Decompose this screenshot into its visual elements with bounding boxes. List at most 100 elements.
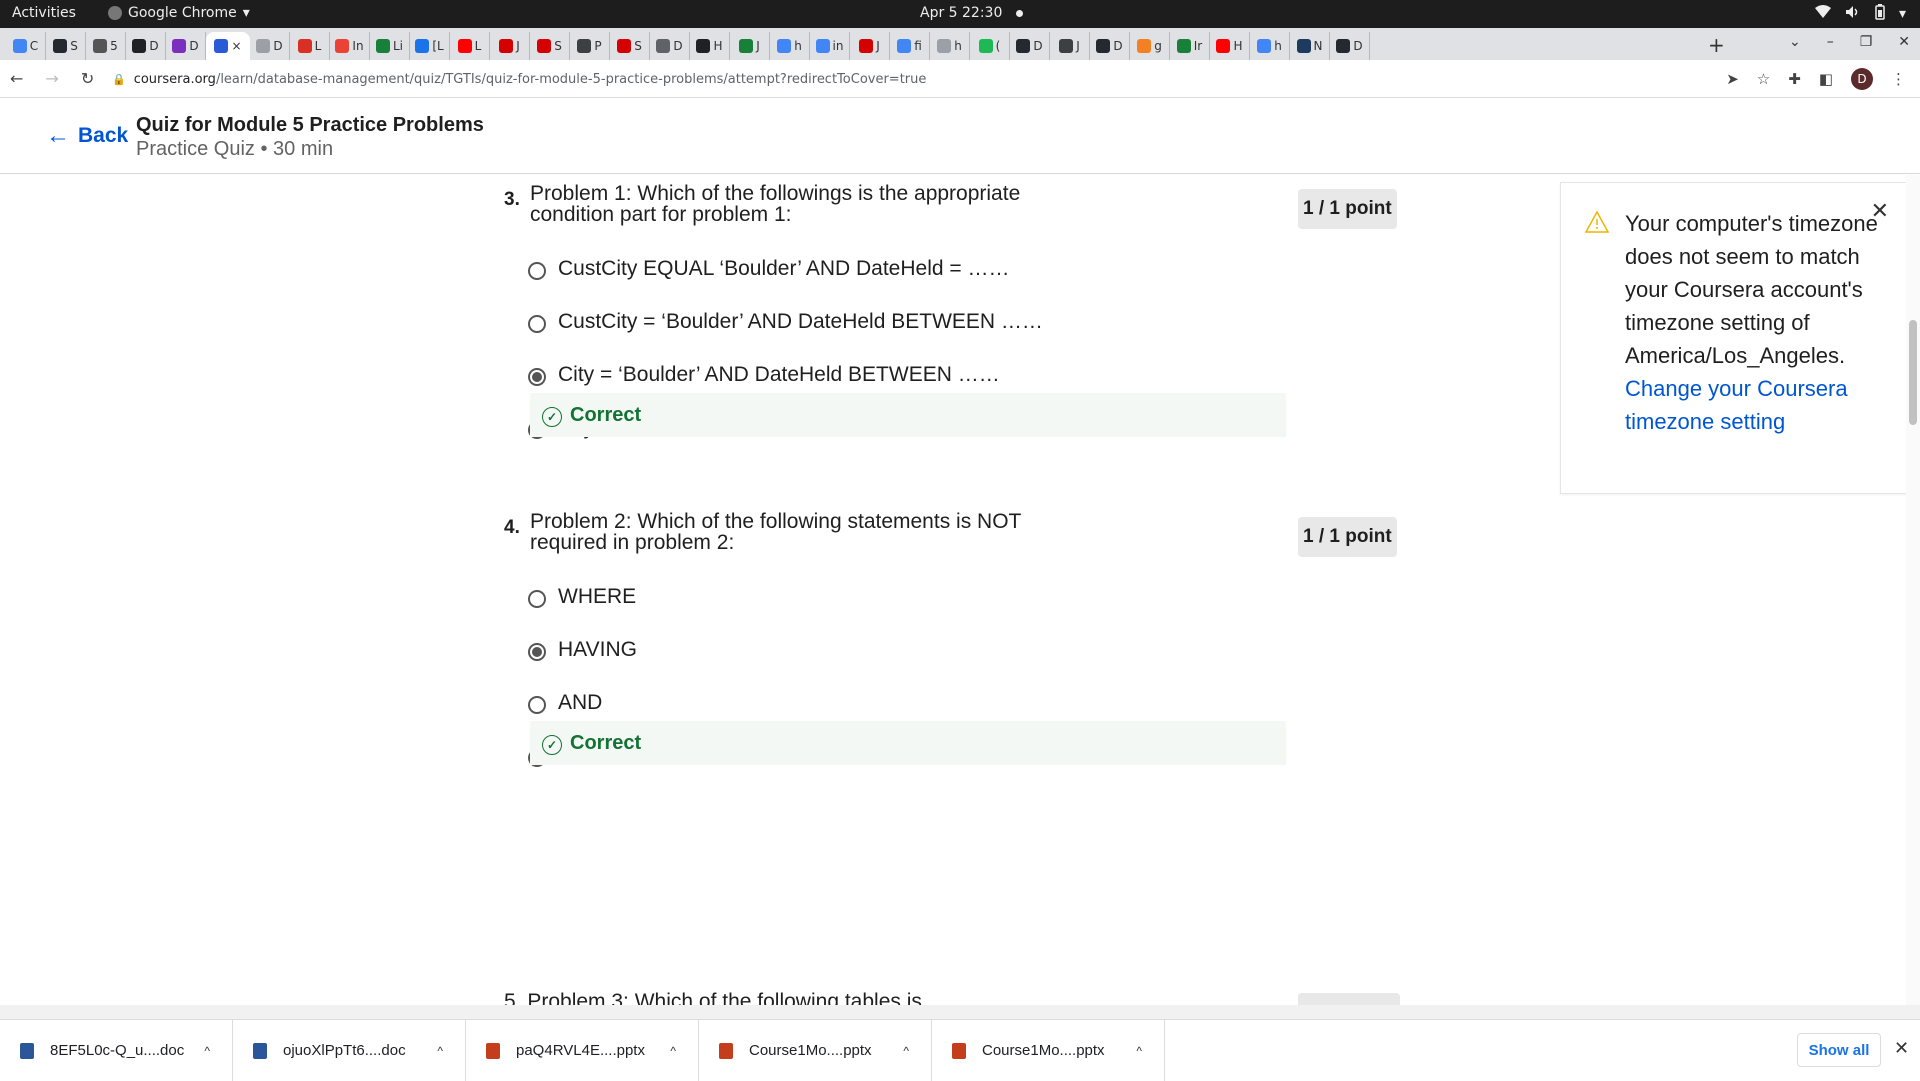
browser-tab[interactable]: J: [730, 32, 770, 60]
address-bar[interactable]: 🔒 coursera.org/learn/database-management…: [112, 65, 1772, 93]
feedback-text: Correct: [570, 403, 642, 426]
radio-button[interactable]: [528, 315, 546, 333]
browser-tab[interactable]: h: [930, 32, 970, 60]
bookmark-star-icon[interactable]: ☆: [1757, 70, 1770, 88]
restore-button[interactable]: ❐: [1860, 34, 1873, 50]
forward-arrow-icon[interactable]: →: [45, 69, 58, 88]
radio-button[interactable]: [528, 696, 546, 714]
browser-tab[interactable]: H: [690, 32, 730, 60]
tab-favicon-icon: [1296, 39, 1311, 53]
quiz-subtitle: Practice Quiz • 30 min: [136, 138, 334, 160]
reload-icon[interactable]: ↻: [81, 69, 94, 88]
browser-tab[interactable]: D: [126, 32, 166, 60]
scrollbar-thumb[interactable]: [1909, 320, 1917, 425]
answer-option[interactable]: WHERE: [528, 585, 662, 638]
system-status-area[interactable]: ▾: [1814, 4, 1906, 24]
browser-tab[interactable]: S: [46, 32, 86, 60]
radio-button[interactable]: [528, 368, 546, 386]
tab-close-icon[interactable]: ×: [231, 39, 241, 53]
download-item[interactable]: Course1Mo....pptx ^: [699, 1020, 932, 1081]
tab-list: C S 5 D D × D L In Li [L L J S P S D H Jh in Jfi h (D J Dg Ir Hh N D: [6, 32, 1370, 60]
horizontal-scrollbar[interactable]: [0, 1005, 1920, 1019]
browser-tab[interactable]: D: [166, 32, 206, 60]
show-all-button[interactable]: Show all: [1797, 1033, 1881, 1067]
browser-tab[interactable]: Li: [370, 32, 410, 60]
side-panel-icon[interactable]: ◧: [1819, 70, 1833, 88]
close-downloads-icon[interactable]: ✕: [1894, 1038, 1909, 1059]
radio-button[interactable]: [528, 262, 546, 280]
browser-tab[interactable]: ×: [206, 32, 250, 60]
tab-label: S: [554, 39, 562, 53]
chrome-icon: [108, 6, 122, 20]
back-arrow-icon[interactable]: ←: [10, 69, 23, 88]
browser-tab[interactable]: In: [330, 32, 370, 60]
browser-tab[interactable]: J: [850, 32, 890, 60]
browser-tab[interactable]: D: [1090, 32, 1130, 60]
send-icon[interactable]: ➤: [1726, 70, 1739, 88]
browser-tab[interactable]: [L: [410, 32, 450, 60]
browser-tab[interactable]: N: [1290, 32, 1330, 60]
profile-avatar[interactable]: D: [1851, 68, 1873, 90]
extensions-icon[interactable]: ✚: [1788, 70, 1801, 88]
browser-tab[interactable]: D: [1010, 32, 1050, 60]
download-item[interactable]: Course1Mo....pptx ^: [932, 1020, 1165, 1081]
browser-tab[interactable]: J: [490, 32, 530, 60]
browser-tab[interactable]: J: [1050, 32, 1090, 60]
system-top-bar: Activities Google Chrome ▾ Apr 5 22:30 ▾: [0, 0, 1920, 28]
download-item[interactable]: 8EF5L0c-Q_u....doc ^: [0, 1020, 233, 1081]
browser-tab[interactable]: D: [650, 32, 690, 60]
new-tab-button[interactable]: +: [1708, 33, 1725, 57]
chevron-up-icon[interactable]: ^: [670, 1044, 676, 1058]
chevron-up-icon[interactable]: ^: [1136, 1044, 1142, 1058]
download-item[interactable]: ojuoXlPpTt6....doc ^: [233, 1020, 466, 1081]
browser-tab[interactable]: S: [530, 32, 570, 60]
download-item[interactable]: paQ4RVL4E....pptx ^: [466, 1020, 699, 1081]
browser-tab[interactable]: fi: [890, 32, 930, 60]
browser-tab[interactable]: (: [970, 32, 1010, 60]
answer-options: WHEREHAVINGANDBETWEEN: [528, 585, 662, 797]
activities-button[interactable]: Activities: [12, 5, 76, 21]
timezone-notice: ✕ Your computer's timezone does not seem…: [1560, 182, 1908, 494]
browser-tab[interactable]: in: [810, 32, 850, 60]
close-window-button[interactable]: ✕: [1898, 34, 1910, 50]
browser-tab[interactable]: h: [1250, 32, 1290, 60]
menu-kebab-icon[interactable]: ⋮: [1891, 70, 1906, 88]
browser-tab[interactable]: L: [290, 32, 330, 60]
check-circle-icon: ✓: [542, 407, 562, 427]
answer-option[interactable]: CustCity EQUAL ‘Boulder’ AND DateHeld = …: [528, 257, 1043, 310]
browser-tab[interactable]: 5: [86, 32, 126, 60]
answer-option-label: City = ‘Boulder’ AND DateHeld BETWEEN ……: [558, 363, 1000, 386]
browser-tab[interactable]: g: [1130, 32, 1170, 60]
radio-button[interactable]: [528, 643, 546, 661]
back-button[interactable]: ← Back: [46, 122, 128, 150]
minimize-button[interactable]: –: [1827, 34, 1834, 50]
browser-tab[interactable]: P: [570, 32, 610, 60]
feedback-correct: ✓ Correct: [530, 721, 1286, 765]
download-filename: 8EF5L0c-Q_u....doc: [50, 1042, 185, 1059]
radio-button[interactable]: [528, 590, 546, 608]
browser-tab[interactable]: D: [250, 32, 290, 60]
browser-tab[interactable]: S: [610, 32, 650, 60]
answer-option[interactable]: HAVING: [528, 638, 662, 691]
change-timezone-link[interactable]: Change your Coursera timezone setting: [1625, 376, 1848, 434]
vertical-scrollbar[interactable]: [1906, 175, 1920, 1005]
tab-search-icon[interactable]: ⌄: [1789, 34, 1801, 50]
browser-tab[interactable]: D: [1330, 32, 1370, 60]
tab-label: h: [1274, 39, 1282, 53]
answer-option[interactable]: CustCity = ‘Boulder’ AND DateHeld BETWEE…: [528, 310, 1043, 363]
chevron-up-icon[interactable]: ^: [903, 1044, 909, 1058]
tab-favicon-icon: [897, 39, 912, 53]
browser-tab[interactable]: H: [1210, 32, 1250, 60]
browser-tab[interactable]: C: [6, 32, 46, 60]
browser-tab[interactable]: h: [770, 32, 810, 60]
chevron-up-icon[interactable]: ^: [204, 1044, 210, 1058]
clock[interactable]: Apr 5 22:30: [920, 5, 1024, 21]
app-menu[interactable]: Google Chrome ▾: [108, 5, 250, 21]
browser-tab[interactable]: Ir: [1170, 32, 1210, 60]
wifi-icon: [1814, 5, 1831, 23]
chevron-up-icon[interactable]: ^: [437, 1044, 443, 1058]
browser-tab[interactable]: L: [450, 32, 490, 60]
notice-message: Your computer's timezone does not seem t…: [1625, 211, 1878, 368]
lock-icon[interactable]: 🔒: [112, 73, 126, 86]
tab-label: Li: [392, 39, 404, 53]
